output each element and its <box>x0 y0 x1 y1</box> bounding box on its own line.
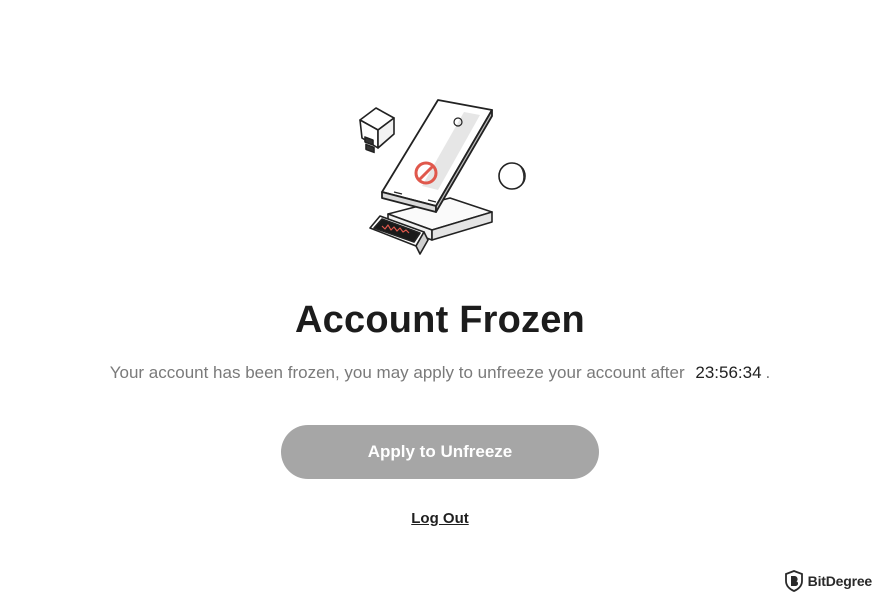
logout-row: Log Out <box>0 508 880 530</box>
message-period: . <box>765 363 771 382</box>
account-frozen-page: Account Frozen Your account has been fro… <box>0 0 880 598</box>
phone-icon <box>381 99 493 213</box>
sphere-icon <box>498 162 526 190</box>
message-text: Your account has been frozen, you may ap… <box>109 363 685 382</box>
page-title: Account Frozen <box>295 299 585 341</box>
bitdegree-shield-logo <box>784 570 803 592</box>
countdown-timer: 23:56:34 <box>695 363 762 382</box>
logout-link[interactable]: Log Out <box>411 510 468 527</box>
frozen-message: Your account has been frozen, you may ap… <box>0 360 880 386</box>
bitdegree-watermark: BitDegree <box>784 570 872 592</box>
frozen-phone-illustration <box>359 99 526 255</box>
apply-to-unfreeze-button[interactable]: Apply to Unfreeze <box>281 425 599 479</box>
cube-icon <box>359 107 395 154</box>
watermark-text: BitDegree <box>807 573 873 589</box>
